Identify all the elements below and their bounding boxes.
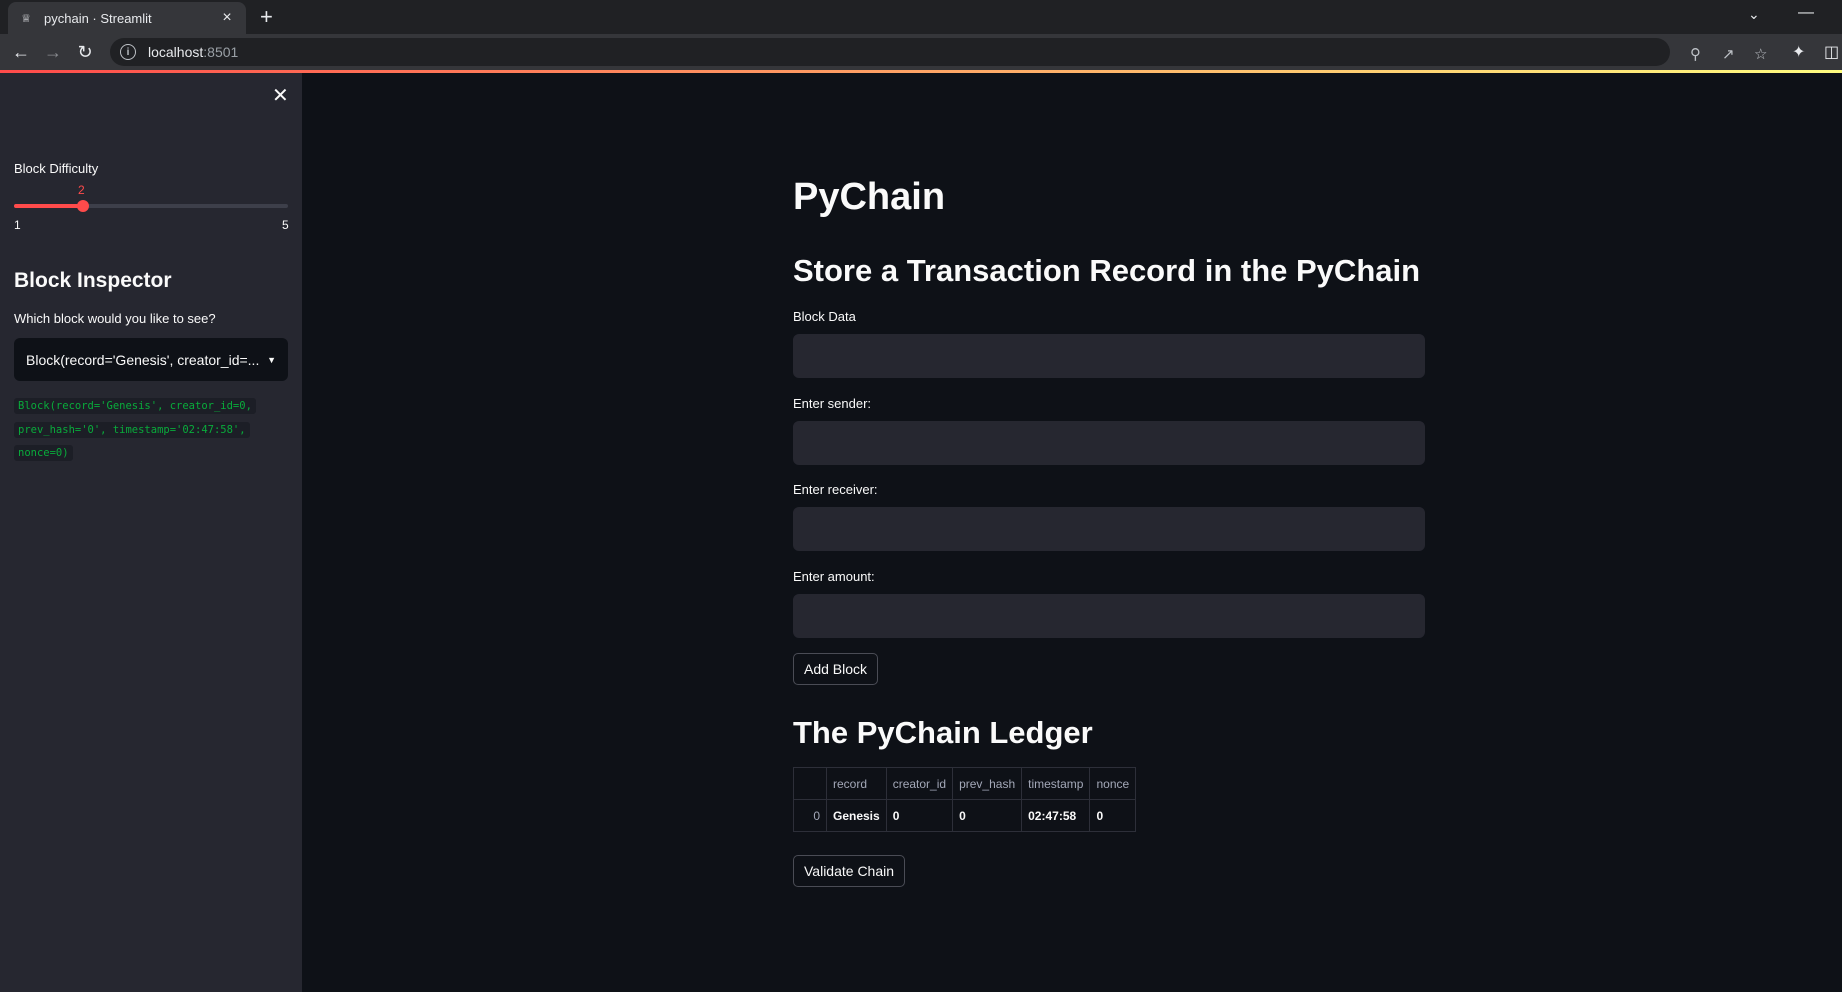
close-tab-icon[interactable]: × bbox=[218, 9, 236, 27]
reload-icon[interactable]: ↻ bbox=[74, 41, 96, 63]
block-inspector-heading: Block Inspector bbox=[14, 269, 172, 292]
validate-chain-button[interactable]: Validate Chain bbox=[793, 855, 906, 887]
amount-label: Enter amount: bbox=[793, 569, 875, 584]
streamlit-favicon-icon: ♕ bbox=[21, 12, 31, 25]
forward-arrow-icon[interactable]: → bbox=[42, 41, 64, 63]
address-bar[interactable]: i localhost:8501 ⚲ ↗ ☆ bbox=[110, 38, 1767, 66]
url-port: :8501 bbox=[203, 44, 239, 60]
new-tab-icon[interactable]: + bbox=[260, 6, 273, 28]
tab-search-chevron-icon[interactable]: ⌄ bbox=[1748, 6, 1760, 23]
amount-input[interactable] bbox=[793, 594, 1425, 638]
slider-fill bbox=[14, 204, 83, 208]
column-header-prev-hash[interactable]: prev_hash bbox=[952, 767, 1023, 800]
page-title: PyChain bbox=[793, 176, 946, 218]
bookmark-star-icon[interactable]: ☆ bbox=[1754, 45, 1767, 63]
add-block-button[interactable]: Add Block bbox=[793, 653, 879, 685]
slider-thumb[interactable] bbox=[76, 200, 89, 212]
block-code-output: Block(record='Genesis', creator_id=0, pr… bbox=[14, 395, 274, 466]
table-cell-index: 0 bbox=[793, 799, 827, 832]
side-panel-icon[interactable]: ◫ bbox=[1824, 42, 1839, 62]
url-host: localhost bbox=[148, 44, 204, 60]
close-sidebar-icon[interactable]: ✕ bbox=[272, 83, 289, 108]
column-header-index[interactable] bbox=[793, 767, 827, 800]
column-header-nonce[interactable]: nonce bbox=[1089, 767, 1137, 800]
sender-input[interactable] bbox=[793, 421, 1425, 465]
table-row: 0 Genesis 0 0 02:47:58 0 bbox=[793, 799, 1137, 832]
slider-label: Block Difficulty bbox=[14, 161, 99, 176]
share-icon[interactable]: ↗ bbox=[1722, 45, 1735, 63]
browser-tabbar: ♕ pychain · Streamlit × + ⌄ — bbox=[0, 0, 1842, 34]
block-code-text: Block(record='Genesis', creator_id=0, pr… bbox=[14, 398, 256, 461]
sender-label: Enter sender: bbox=[793, 396, 872, 411]
receiver-label: Enter receiver: bbox=[793, 482, 878, 497]
table-header-row: record creator_id prev_hash timestamp no… bbox=[793, 767, 1137, 800]
table-cell-timestamp: 02:47:58 bbox=[1021, 799, 1091, 832]
block-select-value: Block(record='Genesis', creator_id=... bbox=[26, 351, 260, 368]
site-info-icon[interactable]: i bbox=[120, 44, 136, 60]
store-transaction-heading: Store a Transaction Record in the PyChai… bbox=[793, 253, 1421, 288]
block-selectbox[interactable]: Block(record='Genesis', creator_id=... ▼ bbox=[14, 338, 288, 381]
column-header-creator-id[interactable]: creator_id bbox=[885, 767, 954, 800]
difficulty-slider[interactable] bbox=[14, 200, 288, 212]
block-data-label: Block Data bbox=[793, 309, 856, 324]
ledger-table: record creator_id prev_hash timestamp no… bbox=[793, 767, 1137, 832]
block-select-label: Which block would you like to see? bbox=[14, 311, 216, 326]
browser-toolbar: ← → ↻ i localhost:8501 ⚲ ↗ ☆ bbox=[0, 34, 1842, 70]
table-cell-creator-id: 0 bbox=[885, 799, 954, 832]
table-cell-prev-hash: 0 bbox=[952, 799, 1023, 832]
receiver-input[interactable] bbox=[793, 507, 1425, 551]
minimize-window-icon[interactable]: — bbox=[1798, 4, 1814, 22]
column-header-record[interactable]: record bbox=[826, 767, 887, 800]
caret-down-icon: ▼ bbox=[267, 354, 276, 365]
tab-title: pychain · Streamlit bbox=[44, 10, 152, 26]
slider-min: 1 bbox=[14, 218, 21, 232]
zoom-icon[interactable]: ⚲ bbox=[1690, 45, 1701, 63]
sidebar: ✕ Block Difficulty 2 1 5 Block Inspector… bbox=[0, 73, 302, 992]
slider-value: 2 bbox=[78, 183, 85, 197]
table-cell-record: Genesis bbox=[826, 799, 887, 832]
table-cell-nonce: 0 bbox=[1089, 799, 1137, 832]
column-header-timestamp[interactable]: timestamp bbox=[1021, 767, 1091, 800]
block-data-input[interactable] bbox=[793, 334, 1425, 378]
ledger-heading: The PyChain Ledger bbox=[793, 715, 1093, 750]
back-arrow-icon[interactable]: ← bbox=[10, 41, 32, 63]
extensions-puzzle-icon[interactable]: ✦ bbox=[1792, 42, 1805, 62]
browser-tab[interactable]: ♕ pychain · Streamlit × bbox=[8, 2, 246, 34]
slider-max: 5 bbox=[282, 218, 289, 232]
